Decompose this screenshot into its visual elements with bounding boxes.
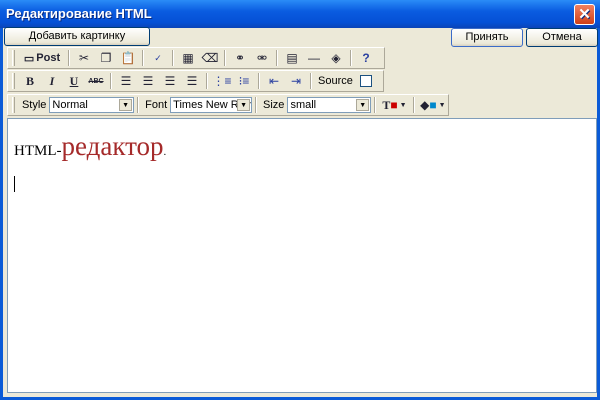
cut-icon[interactable]: ✂ xyxy=(73,48,95,68)
link-icon[interactable]: ⚭ xyxy=(229,48,251,68)
post-label: Post xyxy=(36,52,61,64)
size-value: small xyxy=(290,99,317,111)
source-checkbox[interactable] xyxy=(359,75,372,87)
table-icon[interactable]: ▦ xyxy=(177,48,199,68)
cancel-button[interactable]: Отмена xyxy=(526,28,598,47)
size-label: Size xyxy=(263,99,285,111)
underline-icon[interactable]: U xyxy=(63,71,85,91)
title-bar: Редактирование HTML ✕ xyxy=(0,0,600,28)
eraser-icon[interactable]: ⌫ xyxy=(199,48,221,68)
text-color-button[interactable]: T■ ▼ xyxy=(379,95,409,115)
editor-content: HTML-редактор. xyxy=(14,131,166,162)
fill-color-icon: ◆■ xyxy=(420,98,437,112)
style-select[interactable]: Normal ▼ xyxy=(49,97,135,113)
accept-button[interactable]: Принять xyxy=(451,28,523,47)
window-title: Редактирование HTML xyxy=(6,6,152,21)
toolbar-row-2: B I U ABC ☰ ☰ ☰ ☰ ⋮≡ ⁝≡ ⇤ ⇥ Source xyxy=(7,70,384,92)
chevron-down-icon: ▼ xyxy=(119,99,133,111)
spellcheck-icon[interactable]: ✓ xyxy=(147,48,169,68)
size-select[interactable]: small ▼ xyxy=(287,97,372,113)
source-label: Source xyxy=(318,75,353,87)
align-justify-icon[interactable]: ☰ xyxy=(181,71,203,91)
italic-icon[interactable]: I xyxy=(41,71,63,91)
html-editor-dialog: Редактирование HTML ✕ Добавить картинку … xyxy=(0,0,600,400)
add-image-button[interactable]: Добавить картинку xyxy=(4,27,150,46)
bold-icon[interactable]: B xyxy=(19,71,41,91)
toolbar-row-3: Style Normal ▼ Font Times New Roman▼ Size… xyxy=(7,94,449,116)
align-left-icon[interactable]: ☰ xyxy=(115,71,137,91)
content-word: редактор xyxy=(61,131,164,161)
content-suffix: . xyxy=(163,147,167,158)
indent-icon[interactable]: ⇥ xyxy=(285,71,307,91)
content-prefix: HTML- xyxy=(14,143,62,159)
paste-icon[interactable]: 📋 xyxy=(117,48,139,68)
align-right-icon[interactable]: ☰ xyxy=(159,71,181,91)
post-icon: ▭ xyxy=(23,52,35,65)
text-cursor xyxy=(14,176,15,192)
style-label: Style xyxy=(21,99,47,111)
outdent-icon[interactable]: ⇤ xyxy=(263,71,285,91)
insert-table-icon[interactable]: ▤ xyxy=(281,48,303,68)
ordered-list-icon[interactable]: ⋮≡ xyxy=(211,71,233,91)
font-select[interactable]: Times New Roman▼ xyxy=(170,97,253,113)
close-button[interactable]: ✕ xyxy=(574,4,595,25)
help-icon[interactable]: ? xyxy=(355,48,377,68)
object-icon[interactable]: ◈ xyxy=(325,48,347,68)
text-color-icon: T■ xyxy=(382,97,398,112)
unordered-list-icon[interactable]: ⁝≡ xyxy=(233,71,255,91)
post-button[interactable]: ▭ Post xyxy=(19,48,65,68)
align-center-icon[interactable]: ☰ xyxy=(137,71,159,91)
strikethrough-icon[interactable]: ABC xyxy=(85,71,107,91)
toolbar-grip[interactable] xyxy=(12,73,15,89)
editor-area[interactable]: HTML-редактор. xyxy=(7,118,597,393)
toolbar-grip[interactable] xyxy=(12,50,15,66)
horizontal-rule-icon[interactable]: — xyxy=(303,48,325,68)
chevron-down-icon: ▼ xyxy=(356,99,370,111)
style-value: Normal xyxy=(52,99,88,111)
toolbar-row-1: ▭ Post ✂ ❐ 📋 ✓ ▦ ⌫ ⚭ ⚮ ▤ — ◈ ? xyxy=(7,47,385,69)
copy-icon[interactable]: ❐ xyxy=(95,48,117,68)
background-color-button[interactable]: ◆■ ▼ xyxy=(418,95,448,115)
toolbar-grip[interactable] xyxy=(12,97,15,113)
chevron-down-icon: ▼ xyxy=(237,99,251,111)
font-label: Font xyxy=(145,99,168,111)
unlink-icon[interactable]: ⚮ xyxy=(251,48,273,68)
